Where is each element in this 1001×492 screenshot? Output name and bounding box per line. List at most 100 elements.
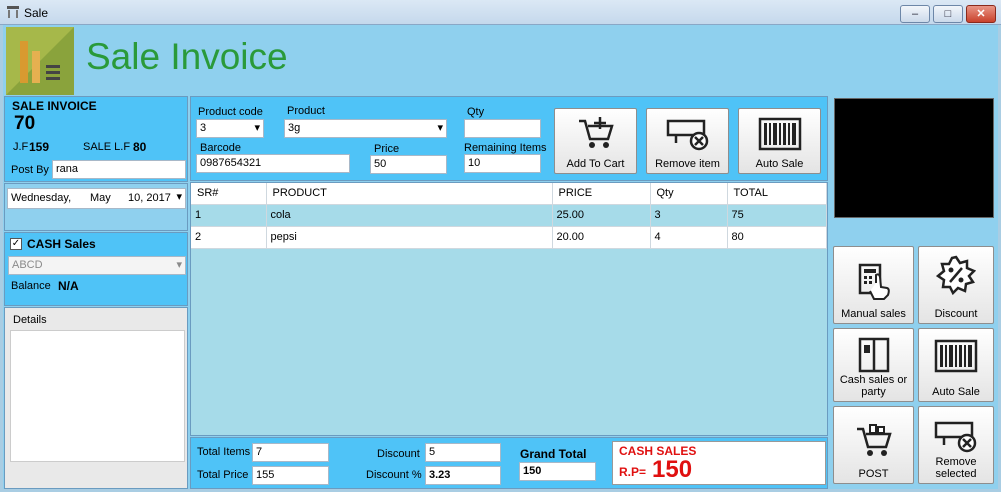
balance-label: Balance xyxy=(11,280,51,292)
remove-selected-button[interactable]: Remove selected xyxy=(918,406,994,484)
details-panel: Details xyxy=(4,307,188,489)
date-month: May xyxy=(90,192,111,204)
app-icon xyxy=(7,6,19,18)
details-textarea[interactable] xyxy=(10,330,185,462)
manual-sales-button[interactable]: Manual sales xyxy=(833,246,914,324)
cash-sales-panel: ✓ CASH Sales ABCD Balance N/A xyxy=(4,232,188,306)
window-titlebar: Sale – □ ✕ xyxy=(0,0,1001,25)
product-entry-panel: Product code 3 Product 3g Qty Barcode 09… xyxy=(190,96,828,181)
date-panel: Wednesday, May 10, 2017 xyxy=(4,183,188,231)
cash-sales-party-label: Cash sales or party xyxy=(839,374,908,398)
product-select[interactable]: 3g xyxy=(284,119,447,138)
sale-lf-label: SALE L.F xyxy=(83,141,131,153)
details-label: Details xyxy=(13,314,47,326)
post-label: POST xyxy=(858,468,889,480)
add-to-cart-button[interactable]: Add To Cart xyxy=(554,108,637,174)
cell-product: pepsi xyxy=(266,226,553,249)
window-title: Sale xyxy=(24,6,49,20)
cart-table[interactable]: SR# PRODUCT PRICE Qty TOTAL 1 cola 25.00… xyxy=(190,182,828,436)
post-by-label: Post By xyxy=(11,164,49,176)
date-weekday: Wednesday, xyxy=(11,192,72,204)
remove-item-icon xyxy=(666,119,708,151)
auto-sale-top-button[interactable]: Auto Sale xyxy=(738,108,821,174)
cell-total: 75 xyxy=(727,204,827,227)
remove-selected-icon xyxy=(934,421,977,453)
product-label: Product xyxy=(287,105,325,117)
cell-price: 20.00 xyxy=(552,226,651,249)
totals-panel: Total Items 7 Total Price 155 Discount 5… xyxy=(190,437,828,489)
product-code-label: Product code xyxy=(198,106,263,118)
app-logo xyxy=(6,27,74,95)
auto-sale-top-label: Auto Sale xyxy=(755,158,804,170)
cell-price: 25.00 xyxy=(552,204,651,227)
remaining-items-input[interactable]: 10 xyxy=(464,154,541,173)
cell-total: 80 xyxy=(727,226,827,249)
price-label: Price xyxy=(374,143,400,155)
cell-sr: 2 xyxy=(191,226,267,249)
invoice-number: 70 xyxy=(14,113,36,134)
discount-icon xyxy=(936,255,976,295)
discount-label: Discount xyxy=(377,448,420,460)
manual-sales-label: Manual sales xyxy=(841,308,906,320)
manual-sales-icon xyxy=(858,263,890,300)
table-row[interactable]: 2 pepsi 20.00 4 80 xyxy=(191,226,827,249)
col-product: PRODUCT xyxy=(266,183,553,205)
col-price: PRICE xyxy=(552,183,651,205)
balance-value: N/A xyxy=(58,279,79,293)
col-sr: SR# xyxy=(191,183,267,205)
total-items-label: Total Items xyxy=(197,446,251,458)
grand-total-input: 150 xyxy=(519,462,596,481)
remove-item-button[interactable]: Remove item xyxy=(646,108,729,174)
cell-qty: 3 xyxy=(650,204,728,227)
cell-product: cola xyxy=(266,204,553,227)
remove-item-label: Remove item xyxy=(655,158,720,170)
qty-label: Qty xyxy=(467,106,485,118)
date-picker[interactable]: Wednesday, May 10, 2017 xyxy=(7,188,186,209)
discount-pct-input[interactable]: 3.23 xyxy=(425,466,501,485)
close-button[interactable]: ✕ xyxy=(966,5,996,23)
total-price-input[interactable]: 155 xyxy=(252,466,329,485)
qty-input[interactable] xyxy=(464,119,541,138)
table-header-row: SR# PRODUCT PRICE Qty TOTAL xyxy=(191,183,827,205)
door-icon xyxy=(858,337,889,373)
cash-sales-checkbox[interactable]: ✓ xyxy=(10,238,22,250)
cell-sr: 1 xyxy=(191,204,267,227)
add-to-cart-label: Add To Cart xyxy=(566,158,625,170)
cash-sales-label: CASH Sales xyxy=(27,237,96,251)
post-button[interactable]: POST xyxy=(833,406,914,484)
auto-sale-button[interactable]: Auto Sale xyxy=(918,328,994,402)
customer-display xyxy=(834,98,994,218)
discount-pct-label: Discount % xyxy=(366,469,422,481)
jf-value: 159 xyxy=(29,140,50,154)
page-title: Sale Invoice xyxy=(86,36,288,77)
barcode-input[interactable]: 0987654321 xyxy=(196,154,350,173)
remaining-items-label: Remaining Items xyxy=(464,142,547,154)
barcode-label: Barcode xyxy=(200,142,241,154)
party-select[interactable]: ABCD xyxy=(8,256,186,275)
discount-button[interactable]: Discount xyxy=(918,246,994,324)
cash-sales-summary: CASH SALES R.P= 150 xyxy=(612,441,826,485)
product-code-select[interactable]: 3 xyxy=(196,119,264,138)
rp-value: 150 xyxy=(652,456,693,483)
total-items-input[interactable]: 7 xyxy=(252,443,329,462)
cash-sales-party-button[interactable]: Cash sales or party xyxy=(833,328,914,402)
jf-label: J.F xyxy=(13,141,29,153)
col-qty: Qty xyxy=(650,183,728,205)
barcode-icon xyxy=(758,117,801,151)
discount-button-label: Discount xyxy=(934,308,978,320)
maximize-button[interactable]: □ xyxy=(933,5,963,23)
table-row[interactable]: 1 cola 25.00 3 75 xyxy=(191,204,827,227)
col-total: TOTAL xyxy=(727,183,827,205)
total-price-label: Total Price xyxy=(197,469,249,481)
price-input[interactable]: 50 xyxy=(370,155,447,174)
rp-label: R.P= xyxy=(619,465,647,479)
discount-input[interactable]: 5 xyxy=(425,443,501,462)
post-by-input[interactable]: rana xyxy=(52,160,186,179)
cart-icon xyxy=(856,424,892,456)
remove-selected-label: Remove selected xyxy=(935,456,977,480)
invoice-label: SALE INVOICE xyxy=(12,99,97,113)
date-day-year: 10, 2017 xyxy=(128,192,171,204)
minimize-button[interactable]: – xyxy=(900,5,930,23)
auto-sale-label: Auto Sale xyxy=(932,386,980,398)
invoice-panel: SALE INVOICE 70 J.F 159 SALE L.F 80 Post… xyxy=(4,96,188,182)
